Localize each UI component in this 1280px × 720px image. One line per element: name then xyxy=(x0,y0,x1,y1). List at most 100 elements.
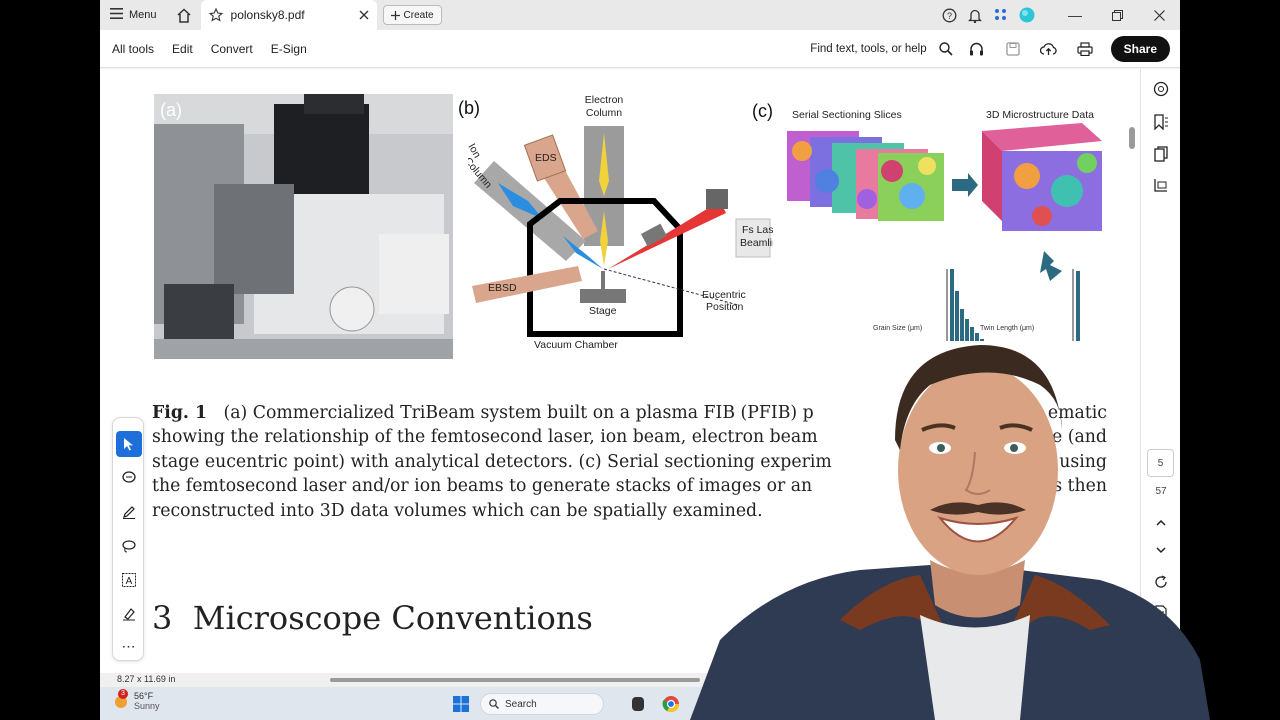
apps-button[interactable] xyxy=(988,0,1014,30)
title-bar: Menu polonsky8.pdf Create ? — xyxy=(100,0,1180,30)
search-button[interactable] xyxy=(933,30,959,68)
weather-temperature: 56°F xyxy=(134,691,154,701)
vacuum-chamber-label: Vacuum Chamber xyxy=(534,339,618,351)
bookmarks-button[interactable] xyxy=(1149,110,1173,134)
section-number: 3 xyxy=(152,599,173,637)
help-icon: ? xyxy=(942,8,956,22)
electron-column-label-1: Electron xyxy=(585,94,624,106)
save-icon xyxy=(1005,42,1020,56)
text-tool[interactable]: A xyxy=(116,567,142,593)
draw-tool[interactable] xyxy=(116,533,142,559)
panel-a-label: (a) xyxy=(160,100,182,120)
start-button[interactable] xyxy=(452,695,470,713)
star-icon[interactable] xyxy=(208,8,223,22)
comment-icon xyxy=(121,471,136,483)
caption-line-1-tail: ematic xyxy=(1047,403,1107,423)
zoom-in-icon xyxy=(1154,635,1168,649)
upload-button[interactable] xyxy=(1031,30,1067,68)
taskbar-app-files[interactable] xyxy=(632,697,644,711)
caption-line-4-tail: is then xyxy=(1047,476,1107,497)
rotate-button[interactable] xyxy=(1149,570,1173,594)
tab-document[interactable]: polonsky8.pdf xyxy=(200,0,377,30)
right-rail: 5 57 xyxy=(1140,69,1180,673)
page-display-button[interactable] xyxy=(1149,600,1173,624)
caption-line-3: stage eucentric point) with analytical d… xyxy=(152,451,832,472)
weather-badge: 3 xyxy=(118,689,128,699)
figure-panel-a-photo: (a) xyxy=(154,94,453,359)
current-page-input[interactable]: 5 xyxy=(1147,449,1174,477)
zoom-in-button[interactable] xyxy=(1149,630,1173,654)
section-title: Microscope Conventions xyxy=(192,599,593,637)
ai-assistant-button[interactable] xyxy=(1149,77,1173,101)
restore-button[interactable] xyxy=(1096,0,1138,30)
create-button[interactable]: Create xyxy=(382,5,442,25)
fs-laser-label-1: Fs Laser xyxy=(742,224,773,236)
eucentric-label-2: Position xyxy=(706,301,744,313)
twin-length-xlabel: Twin Length (μm) xyxy=(980,325,1035,332)
organize-icon xyxy=(1154,179,1167,192)
minimize-button[interactable]: — xyxy=(1054,0,1096,30)
close-tab-icon[interactable] xyxy=(359,10,369,20)
find-text-field[interactable]: Find text, tools, or help xyxy=(810,43,926,55)
document-viewport[interactable]: (a) (b) Electron Column Ion Column EDS F… xyxy=(100,69,1140,673)
panel-c-label: (c) xyxy=(752,101,773,121)
next-page-button[interactable] xyxy=(1149,538,1173,562)
close-window-button[interactable] xyxy=(1138,0,1180,30)
weather-widget[interactable]: 3 56°F Sunny xyxy=(112,689,160,711)
caption-line-3-tail: d using xyxy=(1042,451,1107,472)
share-button[interactable]: Share xyxy=(1110,36,1170,62)
menu-all-tools[interactable]: All tools xyxy=(100,42,163,56)
minimize-icon: — xyxy=(1068,7,1082,23)
read-aloud-button[interactable] xyxy=(959,30,995,68)
avatar[interactable] xyxy=(1014,0,1040,30)
comment-tool[interactable] xyxy=(116,465,142,491)
instrument-photo-image xyxy=(154,94,453,359)
cursor-icon xyxy=(124,438,133,451)
figure-caption: Fig. 1 (a) Commercialized TriBeam system… xyxy=(152,401,1107,523)
tab-title: polonsky8.pdf xyxy=(230,8,305,22)
pages-icon xyxy=(1154,146,1168,162)
eucentric-label-1: Eucentric xyxy=(702,289,746,301)
page-total: 57 xyxy=(1155,486,1167,497)
caption-line-4: the femtosecond laser and/or ion beams t… xyxy=(152,476,813,497)
highlight-tool[interactable] xyxy=(116,499,142,525)
hamburger-icon xyxy=(110,8,123,22)
pen-icon xyxy=(123,506,135,519)
toolbar-right: Find text, tools, or help Share xyxy=(810,30,1170,68)
search-icon xyxy=(489,699,499,709)
titlebar-right: ? — xyxy=(936,0,1180,30)
grain-size-xlabel: Grain Size (μm) xyxy=(873,325,923,332)
fs-laser-label-2: Beamline xyxy=(740,237,773,249)
print-button[interactable] xyxy=(1067,30,1103,68)
save-button[interactable] xyxy=(995,30,1031,68)
home-button[interactable] xyxy=(167,0,201,30)
organize-button[interactable] xyxy=(1149,174,1173,198)
horizontal-scrollbar[interactable] xyxy=(330,678,700,682)
restore-icon xyxy=(1111,9,1123,21)
menu-e-sign[interactable]: E-Sign xyxy=(262,42,316,56)
select-tool[interactable] xyxy=(116,431,142,457)
menu-button[interactable]: Menu xyxy=(100,0,167,30)
taskbar-search[interactable]: Search xyxy=(480,693,604,715)
headphones-icon xyxy=(970,42,984,56)
notifications-button[interactable] xyxy=(962,0,988,30)
more-tools-button[interactable]: ⋯ xyxy=(116,633,142,659)
svg-text:?: ? xyxy=(946,11,951,21)
previous-page-button[interactable] xyxy=(1149,510,1173,534)
vertical-scrollbar[interactable] xyxy=(1129,127,1135,149)
menu-convert[interactable]: Convert xyxy=(202,42,262,56)
pages-button[interactable] xyxy=(1149,142,1173,166)
home-icon xyxy=(177,7,191,23)
plus-icon xyxy=(390,10,400,20)
weather-text: 56°F Sunny xyxy=(134,691,160,711)
help-button[interactable]: ? xyxy=(936,0,962,30)
weather-condition: Sunny xyxy=(134,701,160,711)
chrome-icon xyxy=(662,696,680,713)
taskbar-chrome[interactable] xyxy=(662,695,680,713)
sign-tool[interactable] xyxy=(116,601,142,627)
menu-edit[interactable]: Edit xyxy=(163,42,202,56)
document-icon xyxy=(1155,604,1167,620)
menu-label: Menu xyxy=(129,9,157,21)
windows-taskbar: 3 56°F Sunny Search xyxy=(100,687,1180,720)
cloud-upload-icon xyxy=(1040,43,1057,55)
